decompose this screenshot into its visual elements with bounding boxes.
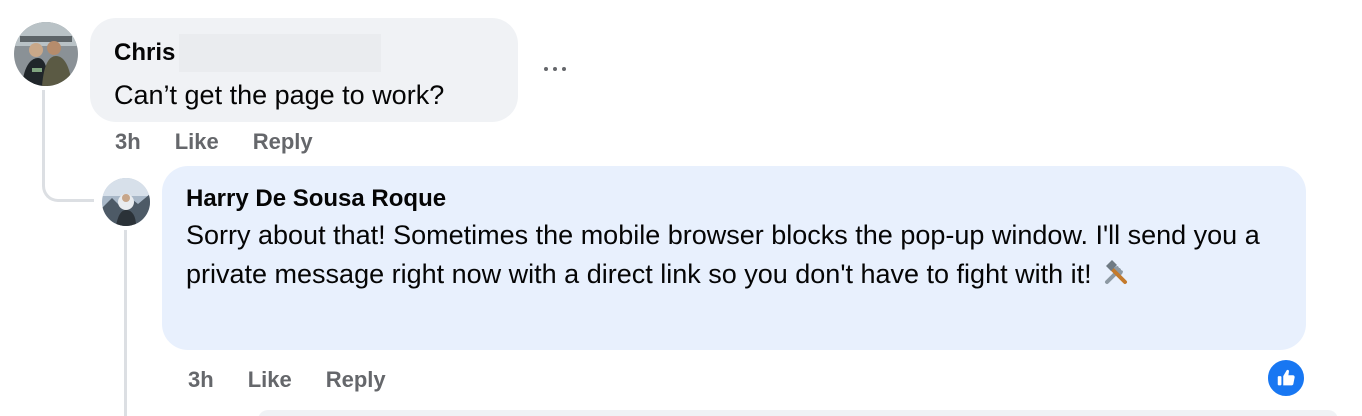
thread-connector-line-lower <box>124 230 127 416</box>
comment-timestamp[interactable]: 3h <box>115 129 141 155</box>
reply-text-body: Sorry about that! Sometimes the mobile b… <box>186 220 1260 289</box>
reply-bubble: Harry De Sousa Roque Sorry about that! S… <box>162 166 1306 350</box>
comment-thread: Chris Can’t get the page to work? 3h Lik… <box>0 0 1362 416</box>
hammer-and-wrench-icon <box>1101 258 1131 288</box>
reply-like-button[interactable]: Like <box>248 367 292 393</box>
comment-text: Can’t get the page to work? <box>114 80 445 110</box>
redacted-surname <box>179 34 382 72</box>
more-horizontal-icon <box>544 67 548 71</box>
thread-reply-connector <box>42 150 94 202</box>
avatar-harry[interactable] <box>102 178 150 226</box>
comment-bubble: Chris Can’t get the page to work? <box>90 18 518 122</box>
comment-author-name[interactable]: Chris <box>114 38 175 68</box>
next-reply-bubble-edge <box>258 410 1338 416</box>
thumbs-up-icon <box>1277 369 1295 386</box>
like-button[interactable]: Like <box>175 129 219 155</box>
reply-actions: 3h Like Reply <box>188 366 420 394</box>
comment-actions: 3h Like Reply <box>115 128 347 156</box>
more-options-button[interactable] <box>536 54 574 84</box>
reply-reply-button[interactable]: Reply <box>326 367 386 393</box>
like-reaction-badge[interactable] <box>1266 358 1306 398</box>
avatar-chris[interactable] <box>14 22 78 86</box>
reply-text: Sorry about that! Sometimes the mobile b… <box>186 216 1282 294</box>
reply-timestamp[interactable]: 3h <box>188 367 214 393</box>
reply-author-name[interactable]: Harry De Sousa Roque <box>186 184 1282 214</box>
reply-button[interactable]: Reply <box>253 129 313 155</box>
